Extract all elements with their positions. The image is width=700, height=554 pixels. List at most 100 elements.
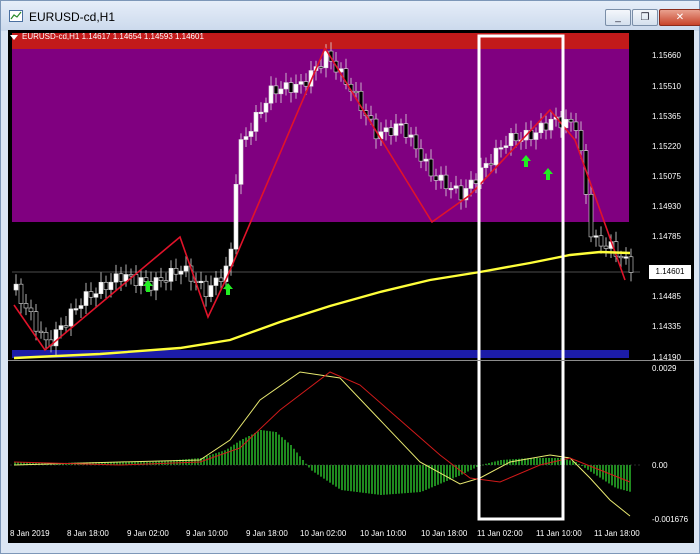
candle-body — [488, 163, 494, 166]
time-tick: 10 Jan 10:00 — [360, 529, 407, 538]
candle-body — [533, 132, 539, 140]
candle-body — [573, 121, 579, 131]
candle-body — [623, 256, 629, 259]
macd-histogram-bar — [452, 465, 454, 479]
macd-histogram-bar — [344, 465, 346, 491]
macd-histogram-bar — [437, 465, 439, 485]
macd-histogram-bar — [332, 465, 334, 485]
macd-histogram-bar — [362, 465, 364, 493]
candle-body — [83, 291, 89, 306]
candle-body — [208, 285, 214, 297]
time-tick: 9 Jan 18:00 — [246, 529, 288, 538]
candle-body — [323, 50, 329, 69]
macd-histogram-bar — [371, 465, 373, 494]
macd-histogram-bar — [257, 431, 259, 465]
macd-histogram-bar — [404, 465, 406, 494]
macd-histogram-bar — [389, 465, 391, 495]
macd-histogram-bar — [629, 465, 631, 492]
macd-histogram-bar — [494, 461, 496, 465]
candle-body — [153, 277, 159, 291]
candle-body — [43, 332, 49, 341]
candle-body — [548, 118, 554, 131]
macd-histogram-bar — [599, 465, 601, 478]
time-tick: 9 Jan 02:00 — [127, 529, 169, 538]
candle-body — [238, 139, 244, 185]
macd-histogram-bar — [266, 430, 268, 465]
macd-histogram-bar — [419, 465, 421, 493]
price-tick: 1.14190 — [652, 353, 681, 362]
macd-histogram-bar — [236, 442, 238, 465]
collapse-arrow-icon[interactable] — [10, 35, 18, 40]
macd-histogram-bar — [278, 434, 280, 465]
supply-demand-zones — [12, 33, 640, 358]
price-tick: 1.15660 — [652, 51, 681, 60]
candle-body — [168, 268, 174, 282]
macd-histogram-bar — [557, 458, 559, 465]
candle-body — [298, 81, 304, 85]
macd-histogram-bar — [626, 465, 628, 491]
price-tick: 1.15510 — [652, 82, 681, 91]
candle-body — [318, 66, 324, 69]
candle-body — [513, 133, 519, 142]
macd-histogram-bar — [449, 465, 451, 480]
macd-histogram-bar — [446, 465, 448, 481]
candle-body — [543, 122, 549, 131]
macd-histogram-bar — [416, 465, 418, 493]
candle-body — [443, 174, 449, 190]
macd-histogram-bar — [602, 465, 604, 480]
candle-body — [403, 123, 409, 138]
time-tick: 11 Jan 10:00 — [536, 529, 582, 538]
macd-histogram-bar — [413, 465, 415, 493]
macd-histogram-bar — [473, 465, 475, 469]
macd-histogram-bar — [488, 463, 490, 465]
candle-body — [68, 308, 74, 327]
macd-histogram-bar — [239, 440, 241, 465]
macd-histogram-bar — [620, 465, 622, 490]
macd-histogram-bar — [368, 465, 370, 494]
candle-body — [128, 274, 134, 277]
macd-histogram-bar — [320, 465, 322, 477]
macd-histogram-bar — [350, 465, 352, 492]
macd-histogram-bar — [314, 465, 316, 473]
time-tick: 9 Jan 10:00 — [186, 529, 228, 538]
macd-indicator — [10, 371, 640, 517]
candle-body — [473, 179, 479, 184]
macd-histogram-bar — [335, 465, 337, 487]
candle-body — [368, 115, 374, 120]
candle-body — [53, 329, 59, 347]
macd-histogram-bar — [407, 465, 409, 493]
candle-body — [303, 81, 309, 87]
macd-histogram-bar — [539, 458, 541, 465]
macd-histogram-bar — [311, 465, 313, 471]
candle-body — [448, 188, 454, 191]
macd-histogram-bar — [443, 465, 445, 483]
macd-histogram-bar — [593, 465, 595, 474]
candle-body — [113, 273, 119, 283]
candle-body — [628, 256, 634, 273]
candle-body — [418, 148, 424, 162]
time-tick: 8 Jan 18:00 — [67, 529, 109, 538]
candle-body — [203, 280, 209, 297]
current-price-label: 1.14601 — [649, 265, 691, 279]
macd-histogram-bar — [533, 458, 535, 465]
macd-histogram-bar — [383, 465, 385, 495]
macd-histogram-bar — [428, 465, 430, 489]
price-tick: 1.15075 — [652, 172, 681, 181]
candle-body — [93, 293, 99, 298]
macd-histogram-bar — [221, 451, 223, 465]
candle-body — [483, 163, 489, 169]
macd-histogram-bar — [500, 460, 502, 465]
candle-body — [133, 274, 139, 286]
candle-body — [603, 245, 609, 249]
candle-body — [353, 90, 359, 94]
macd-histogram-bar — [536, 458, 538, 465]
green-up-arrow-icon — [223, 283, 233, 295]
candle-body — [388, 127, 394, 136]
macd-histogram-bar — [566, 459, 568, 465]
candle-body — [98, 281, 104, 295]
macd-histogram-bar — [434, 465, 436, 487]
macd-histogram-bar — [218, 452, 220, 465]
macd-histogram-bar — [341, 465, 343, 491]
macd-histogram-bar — [584, 465, 586, 468]
price-tick: 1.15365 — [652, 112, 681, 121]
